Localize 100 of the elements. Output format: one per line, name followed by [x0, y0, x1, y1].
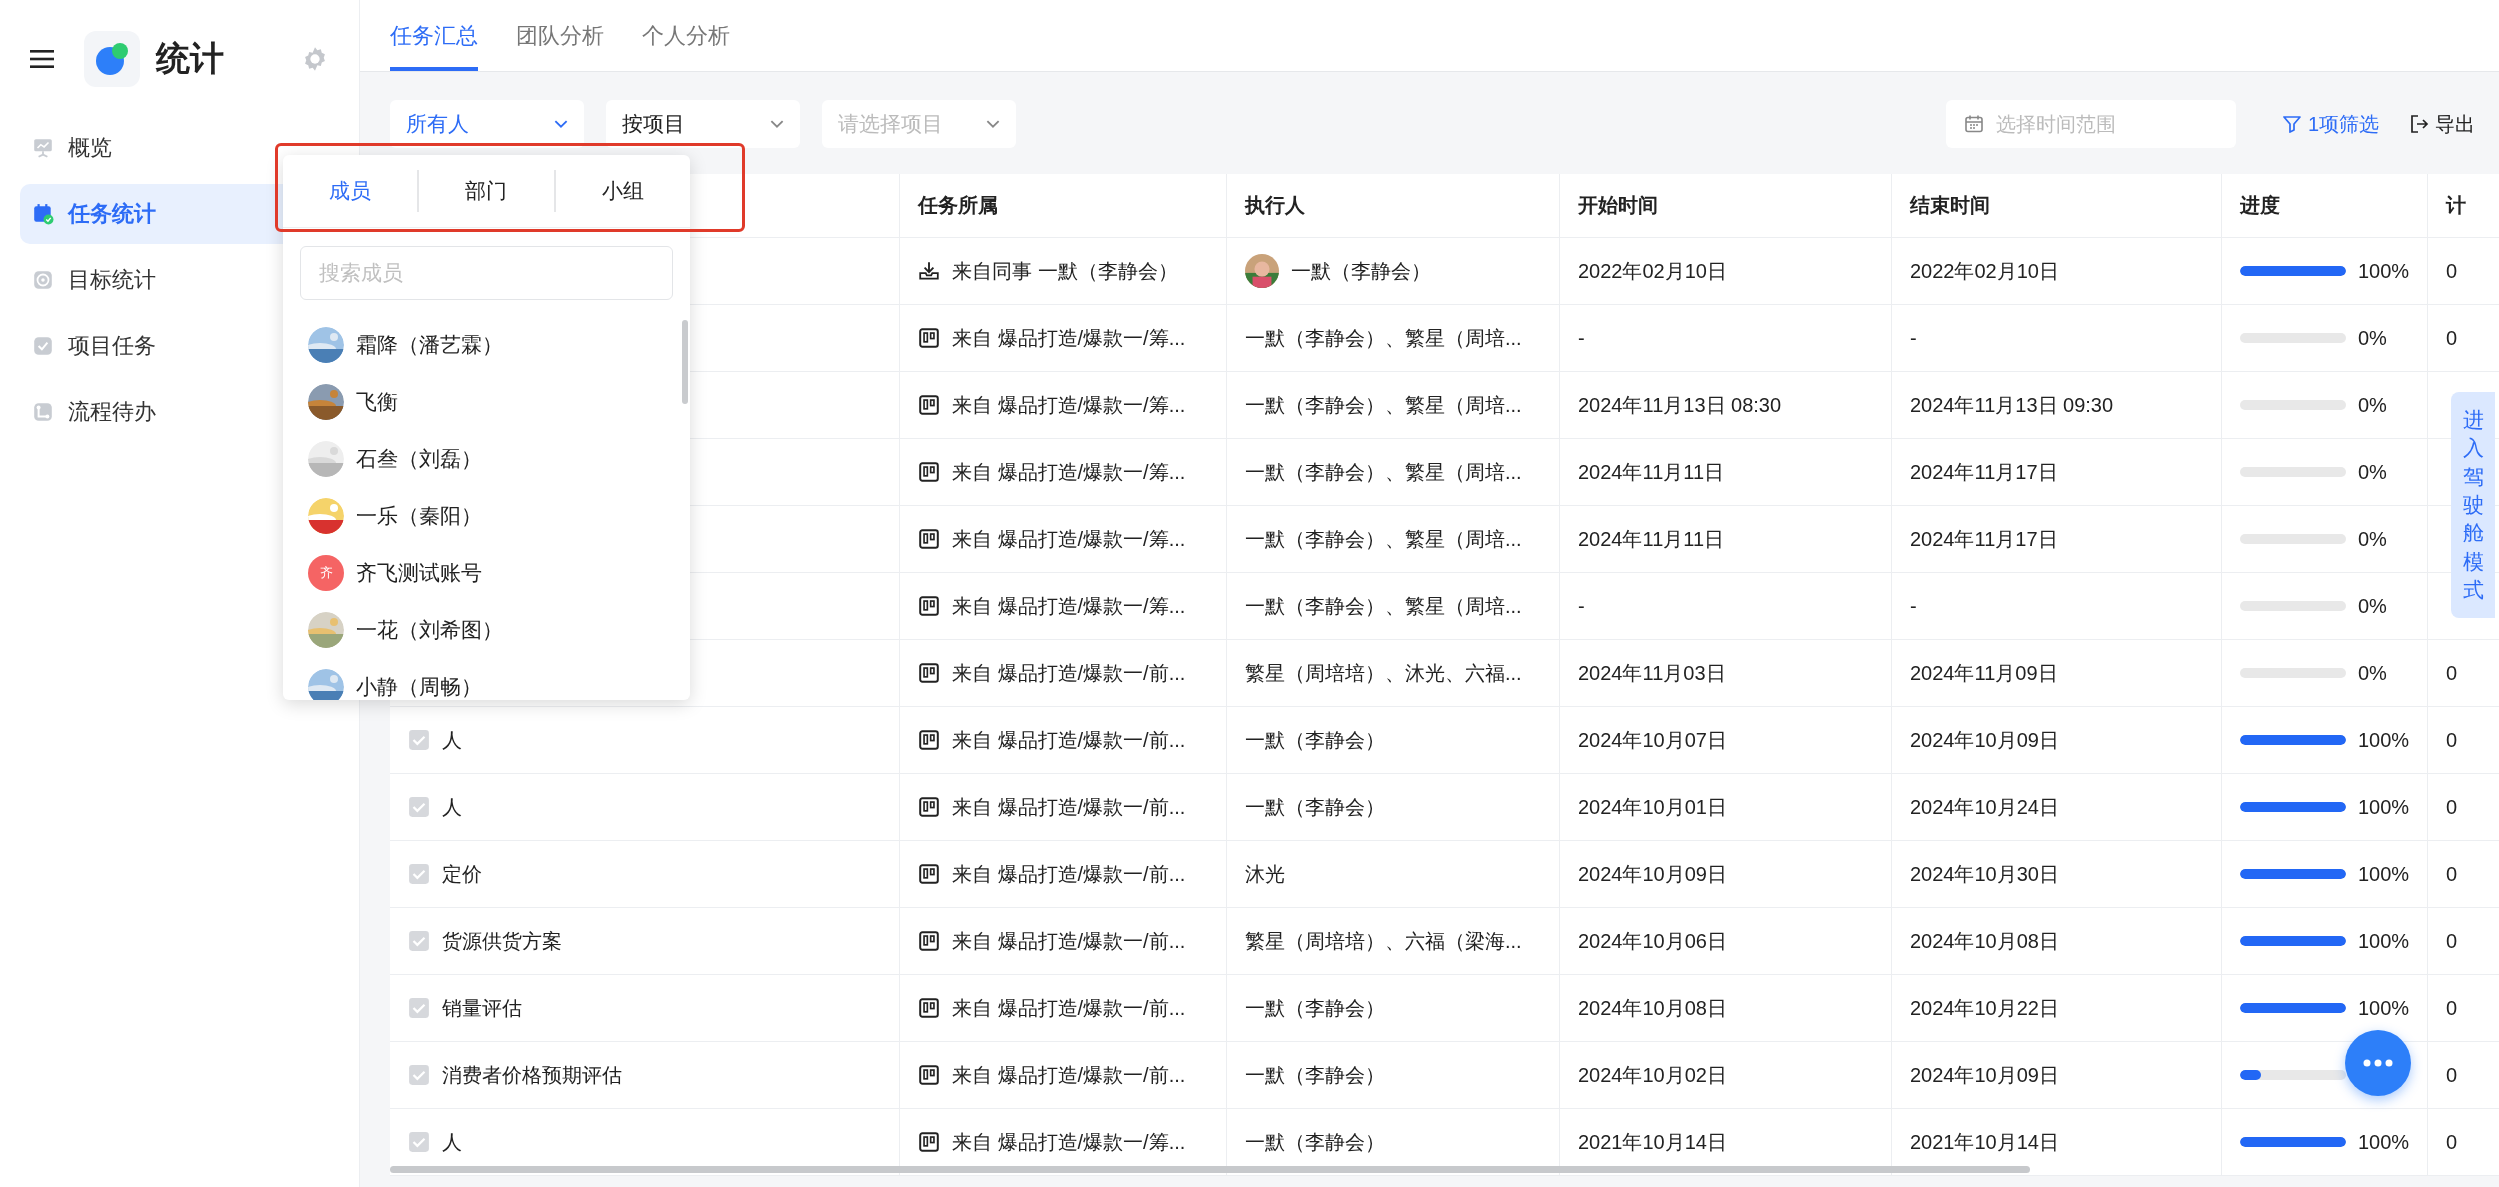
member-item[interactable]: 一乐（秦阳） [308, 487, 690, 544]
table-cell: 0 [2446, 1063, 2458, 1087]
assignee: 一默（李静会）、繁星（周培... [1245, 392, 1522, 418]
task-source: 来自同事 一默（李静会） [952, 258, 1178, 284]
board-icon [918, 394, 940, 416]
table-cell: 0 [2446, 862, 2458, 886]
board-icon [918, 461, 940, 483]
task-source: 来自 爆品打造/爆款一/前... [952, 727, 1186, 753]
checkbox-icon[interactable] [408, 796, 430, 818]
board-icon [918, 595, 940, 617]
export-icon [2409, 114, 2429, 134]
tab[interactable]: 任务汇总 [390, 0, 478, 71]
tab[interactable]: 个人分析 [642, 0, 730, 71]
group-select[interactable]: 按项目 [606, 100, 800, 148]
assignee: 一默（李静会）、繁星（周培... [1245, 459, 1522, 485]
menu-icon[interactable] [30, 49, 54, 69]
task-source: 来自 爆品打造/爆款一/筹... [952, 526, 1186, 552]
tab[interactable]: 团队分析 [516, 0, 604, 71]
table-cell: 2024年10月06日 [1560, 908, 1892, 974]
task-source: 来自 爆品打造/爆款一/筹... [952, 325, 1186, 351]
column-header: 结束时间 [1892, 174, 2222, 237]
table-cell: 2024年10月09日 [1560, 841, 1892, 907]
progress-percent: 0% [2358, 527, 2387, 551]
table-cell: 2024年10月22日 [1892, 975, 2222, 1041]
board-icon [918, 863, 940, 885]
table-cell: - [1560, 573, 1892, 639]
tab[interactable]: 部门 [419, 165, 554, 217]
board-icon [918, 662, 940, 684]
assignee: 一默（李静会） [1245, 1129, 1385, 1155]
assignee: 一默（李静会） [1245, 794, 1385, 820]
progress-percent: 100% [2358, 996, 2410, 1020]
column-header: 执行人 [1227, 174, 1560, 237]
table-cell: 2024年11月13日 08:30 [1560, 372, 1892, 438]
table-cell: - [1892, 305, 2222, 371]
task-name: 销量评估 [442, 995, 522, 1021]
assignee: 一默（李静会）、繁星（周培... [1245, 526, 1522, 552]
horizontal-scrollbar[interactable] [390, 1166, 2030, 1173]
table-cell: 0 [2446, 728, 2458, 752]
progress-percent: 100% [2358, 728, 2410, 752]
assignee: 繁星（周培培）、沐光、六福... [1245, 660, 1522, 686]
board-icon [918, 729, 940, 751]
checkbox-icon[interactable] [408, 1064, 430, 1086]
progress-percent: 100% [2358, 862, 2410, 886]
checkbox-icon[interactable] [408, 997, 430, 1019]
check-icon [32, 335, 54, 357]
assignee: 繁星（周培培）、六福（梁海... [1245, 928, 1522, 954]
member-item[interactable]: 一花（刘希图） [308, 601, 690, 658]
table-cell: 2024年11月11日 [1560, 439, 1892, 505]
task-name: 消费者价格预期评估 [442, 1062, 622, 1088]
member-item[interactable]: 齐 齐飞测试账号 [308, 544, 690, 601]
task-source: 来自 爆品打造/爆款一/筹... [952, 1129, 1186, 1155]
table-cell: 2024年10月02日 [1560, 1042, 1892, 1108]
assignee: 一默（李静会） [1291, 258, 1431, 284]
task-source: 来自 爆品打造/爆款一/前... [952, 1062, 1186, 1088]
assignee: 一默（李静会） [1245, 1062, 1385, 1088]
caret-icon [986, 119, 1000, 129]
more-icon [2363, 1059, 2393, 1067]
export-button[interactable]: 导出 [2405, 106, 2479, 142]
search-field[interactable]: 搜索成员 [300, 246, 673, 300]
checkbox-icon[interactable] [408, 930, 430, 952]
progress-percent: 0% [2358, 326, 2387, 350]
assignee: 一默（李静会） [1245, 995, 1385, 1021]
task-name: 货源供货方案 [442, 928, 562, 954]
table-cell: 2024年10月07日 [1560, 707, 1892, 773]
table-cell: 2022年02月10日 [1892, 238, 2222, 304]
board-icon [918, 930, 940, 952]
assignee: 一默（李静会）、繁星（周培... [1245, 593, 1522, 619]
board-icon [918, 1131, 940, 1153]
task-name: 人 [442, 1129, 462, 1155]
table-cell: 2024年11月03日 [1560, 640, 1892, 706]
filter-icon [2281, 114, 2302, 134]
task-source: 来自 爆品打造/爆款一/筹... [952, 459, 1186, 485]
table-cell: 0 [2446, 929, 2458, 953]
table-cell: 0 [2446, 795, 2458, 819]
column-header: 开始时间 [1560, 174, 1892, 237]
table-cell: 2024年10月08日 [1560, 975, 1892, 1041]
progress-percent: 0% [2358, 661, 2387, 685]
checkbox-icon[interactable] [408, 863, 430, 885]
tab[interactable]: 小组 [555, 165, 690, 217]
task-source: 来自 爆品打造/爆款一/筹... [952, 593, 1186, 619]
caret-icon [770, 119, 784, 129]
table-cell: - [1560, 305, 1892, 371]
column-header: 进度 [2222, 174, 2428, 237]
calendar-icon [1963, 114, 1984, 134]
table-cell: 2024年11月17日 [1892, 439, 2222, 505]
task-source: 来自 爆品打造/爆款一/前... [952, 995, 1186, 1021]
progress-percent: 100% [2358, 1130, 2410, 1154]
checkbox-icon[interactable] [408, 729, 430, 751]
inbox-icon [918, 260, 940, 282]
member-item[interactable]: 小静（周畅） [308, 658, 690, 700]
task-source: 来自 爆品打造/爆款一/前... [952, 794, 1186, 820]
task-source: 来自 爆品打造/爆款一/前... [952, 660, 1186, 686]
board-icon [918, 327, 940, 349]
filter-button[interactable]: 1项筛选 [2277, 106, 2383, 142]
owner-select[interactable]: 所有人 [390, 100, 584, 148]
column-header: 任务所属 [900, 174, 1227, 237]
progress-percent: 0% [2358, 460, 2387, 484]
checkbox-icon[interactable] [408, 1131, 430, 1153]
task-name: 定价 [442, 861, 482, 887]
cockpit-mode-tab[interactable]: 进入驾驶舱模式 [2451, 392, 2495, 619]
